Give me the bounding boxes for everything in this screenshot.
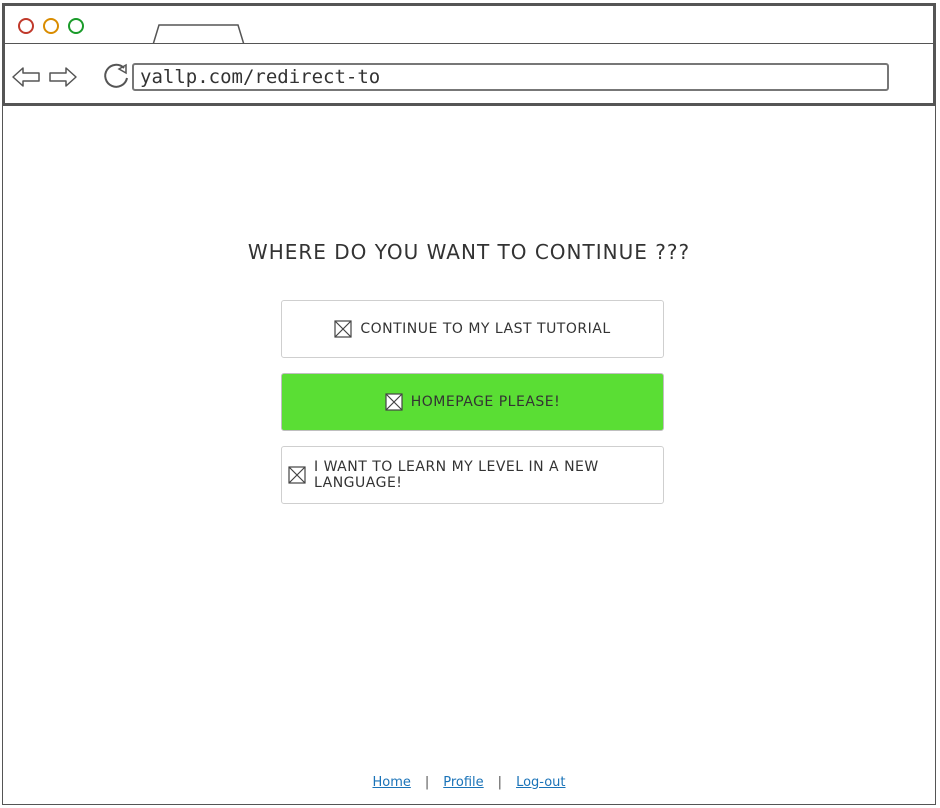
forward-arrow-icon[interactable]: [47, 64, 79, 90]
image-placeholder-icon: [385, 393, 403, 411]
homepage-label: HOMEPAGE PLEASE!: [410, 394, 561, 410]
continue-last-tutorial-label: CONTINUE TO MY LAST TUTORIAL: [360, 321, 611, 337]
reload-icon[interactable]: [101, 61, 131, 91]
footer-link-home[interactable]: Home: [372, 775, 410, 790]
browser-navbar: yallp.com/redirect-to: [2, 43, 936, 106]
footer-link-logout[interactable]: Log-out: [516, 775, 565, 790]
footer-separator: |: [497, 774, 503, 790]
page-content: WHERE DO YOU WANT TO CONTINUE ??? CONTIN…: [3, 106, 935, 804]
minimize-window-button[interactable]: [43, 18, 59, 34]
footer-separator: |: [424, 774, 430, 790]
image-placeholder-icon: [288, 466, 306, 484]
close-window-button[interactable]: [18, 18, 34, 34]
learn-level-new-language-button[interactable]: I WANT TO LEARN MY LEVEL IN A NEW LANGUA…: [281, 446, 664, 504]
footer-link-profile[interactable]: Profile: [443, 775, 483, 790]
page-title: WHERE DO YOU WANT TO CONTINUE ???: [247, 240, 691, 264]
continue-last-tutorial-button[interactable]: CONTINUE TO MY LAST TUTORIAL: [281, 300, 664, 358]
homepage-button[interactable]: HOMEPAGE PLEASE!: [281, 373, 664, 431]
back-arrow-icon[interactable]: [10, 64, 42, 90]
footer-nav: Home | Profile | Log-out: [3, 772, 935, 792]
image-placeholder-icon: [334, 320, 352, 338]
maximize-window-button[interactable]: [68, 18, 84, 34]
address-bar[interactable]: yallp.com/redirect-to: [132, 63, 889, 91]
browser-titlebar: [2, 3, 936, 49]
learn-level-new-language-label: I WANT TO LEARN MY LEVEL IN A NEW LANGUA…: [314, 459, 599, 491]
